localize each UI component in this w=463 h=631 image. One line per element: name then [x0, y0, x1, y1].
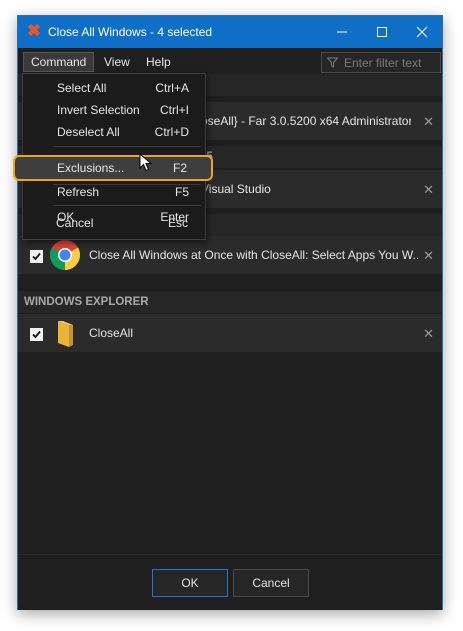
- window-row-label: Close All Windows at Once with CloseAll:…: [89, 248, 419, 262]
- menu-item-label: Invert Selection: [57, 103, 140, 117]
- menu-item-shortcut: F5: [174, 185, 189, 199]
- row-checkbox[interactable]: [30, 250, 43, 263]
- checkmark-icon: [32, 330, 41, 339]
- menu-item-shortcut: Ctrl+D: [154, 125, 189, 139]
- close-window-button[interactable]: [402, 16, 442, 48]
- menu-item-exclusions[interactable]: Exclusions... F2: [13, 155, 213, 181]
- menu-help[interactable]: Help: [139, 53, 178, 71]
- remove-row-icon[interactable]: ✕: [423, 182, 434, 198]
- title-bar[interactable]: Close All Windows - 4 selected: [18, 16, 442, 48]
- window-row-chrome[interactable]: Close All Windows at Once with CloseAll:…: [18, 236, 442, 274]
- maximize-button[interactable]: [362, 16, 402, 48]
- cancel-button[interactable]: Cancel: [233, 569, 309, 597]
- closeall-app-icon: [28, 24, 40, 36]
- menu-item-label: Refresh: [57, 185, 100, 199]
- window-row-label: oseAll} - Far 3.0.5200 x64 Administrator: [201, 114, 411, 128]
- row-checkbox[interactable]: [30, 328, 43, 341]
- menu-item-label: Cancel: [56, 216, 94, 230]
- menu-item-shortcut: Ctrl+I: [159, 103, 189, 117]
- menu-item-shortcut: Ctrl+A: [155, 81, 189, 95]
- filter-box[interactable]: [321, 52, 441, 73]
- filter-icon: [327, 57, 338, 68]
- menu-view[interactable]: View: [97, 53, 137, 71]
- dialog-footer: OK Cancel: [18, 554, 442, 610]
- menu-separator: [53, 146, 201, 147]
- window-title: Close All Windows - 4 selected: [48, 25, 213, 39]
- menu-item-shortcut: Esc: [167, 216, 188, 230]
- folder-icon: [58, 321, 73, 347]
- menu-item-select-all[interactable]: Select All Ctrl+A: [23, 77, 205, 99]
- menu-item-deselect-all[interactable]: Deselect All Ctrl+D: [23, 121, 205, 143]
- close-icon: [416, 26, 428, 38]
- menu-item-invert-selection[interactable]: Invert Selection Ctrl+I: [23, 99, 205, 121]
- checkmark-icon: [32, 252, 41, 261]
- close-all-window: Close All Windows - 4 selected Command V…: [13, 15, 443, 610]
- menu-item-label: Exclusions...: [57, 161, 125, 175]
- group-header-explorer: WINDOWS EXPLORER: [18, 291, 442, 313]
- maximize-icon: [377, 27, 387, 37]
- chrome-icon: [49, 240, 81, 270]
- menu-item-shortcut: F2: [172, 161, 187, 175]
- minimize-button[interactable]: [322, 16, 362, 48]
- minimize-icon: [337, 31, 347, 33]
- menu-item-label: Select All: [57, 81, 107, 95]
- window-row-explorer[interactable]: CloseAll ✕: [18, 314, 442, 352]
- window-row-label: CloseAll: [89, 326, 134, 340]
- remove-row-icon[interactable]: ✕: [423, 248, 434, 264]
- menu-command[interactable]: Command: [23, 52, 95, 72]
- mouse-cursor-icon: [139, 153, 153, 172]
- ok-button[interactable]: OK: [152, 569, 228, 597]
- filter-input[interactable]: [342, 54, 440, 72]
- window-row-label: Visual Studio: [201, 182, 271, 196]
- remove-row-icon[interactable]: ✕: [423, 326, 434, 342]
- remove-row-icon[interactable]: ✕: [423, 114, 434, 130]
- menu-item-cancel[interactable]: Cancel Esc: [22, 212, 204, 234]
- menu-item-refresh[interactable]: Refresh F5: [23, 181, 205, 203]
- menu-item-label: Deselect All: [57, 125, 120, 139]
